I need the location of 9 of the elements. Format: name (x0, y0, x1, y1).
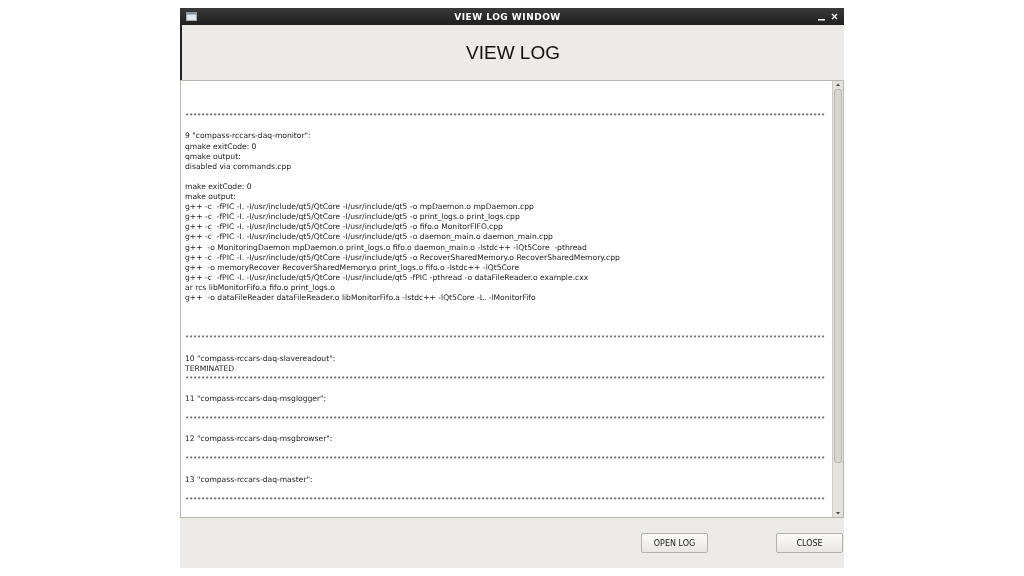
window-icon (186, 12, 197, 21)
page-title: VIEW LOG (466, 41, 560, 64)
close-button[interactable]: CLOSE (776, 533, 843, 553)
scrollbar[interactable] (832, 81, 843, 517)
window-title: VIEW LOG WINDOW (453, 11, 562, 22)
scroll-down-icon[interactable] (833, 509, 843, 517)
close-icon[interactable] (831, 13, 838, 20)
open-log-button[interactable]: OPEN LOG (641, 533, 708, 553)
log-text-area[interactable] (180, 80, 844, 518)
